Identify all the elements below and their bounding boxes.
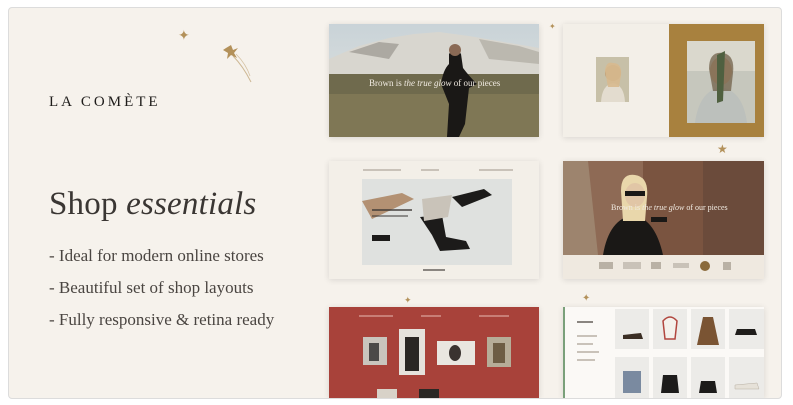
- star-icon: ✦: [178, 28, 190, 44]
- hero-overlay-text: Brown is the true glow of our pieces: [611, 203, 728, 212]
- preview-hero-landscape: Brown is the true glow of our pieces: [329, 24, 539, 137]
- comet-icon: [223, 45, 252, 83]
- portrait-thumb: [596, 57, 629, 102]
- preview-hero-portrait: Brown is the true glow of our pieces: [563, 161, 764, 279]
- shoe-photo: [362, 179, 512, 265]
- brand-logos-row: [599, 261, 731, 271]
- portrait-large: [687, 41, 755, 123]
- page-title: Shop essentials: [49, 186, 256, 223]
- star-icon: ✦: [404, 296, 412, 306]
- preview-shoe-product: [329, 161, 539, 279]
- feature-item: - Fully responsive & retina ready: [49, 310, 275, 329]
- feature-item: - Ideal for modern online stores: [49, 246, 264, 265]
- feature-list: - Ideal for modern online stores - Beaut…: [49, 240, 274, 336]
- theme-preview-banner: LA COMÈTE Shop essentials - Ideal for mo…: [8, 7, 782, 399]
- star-icon: ✦: [582, 293, 591, 304]
- preview-split-gold: [563, 24, 764, 137]
- brand-logo: LA COMÈTE: [49, 94, 161, 110]
- product-thumbnails: [615, 309, 764, 398]
- feature-item: - Beautiful set of shop layouts: [49, 278, 254, 297]
- star-icon: ✦: [549, 22, 556, 31]
- headline-italic: essentials: [126, 186, 257, 222]
- star-icon: ★: [717, 142, 728, 156]
- headline-regular: Shop: [49, 186, 118, 222]
- preview-product-grid: [563, 307, 764, 398]
- preview-lookbook-red: [329, 307, 539, 398]
- lookbook-grid: [363, 329, 511, 398]
- hero-overlay-text: Brown is the true glow of our pieces: [369, 78, 501, 88]
